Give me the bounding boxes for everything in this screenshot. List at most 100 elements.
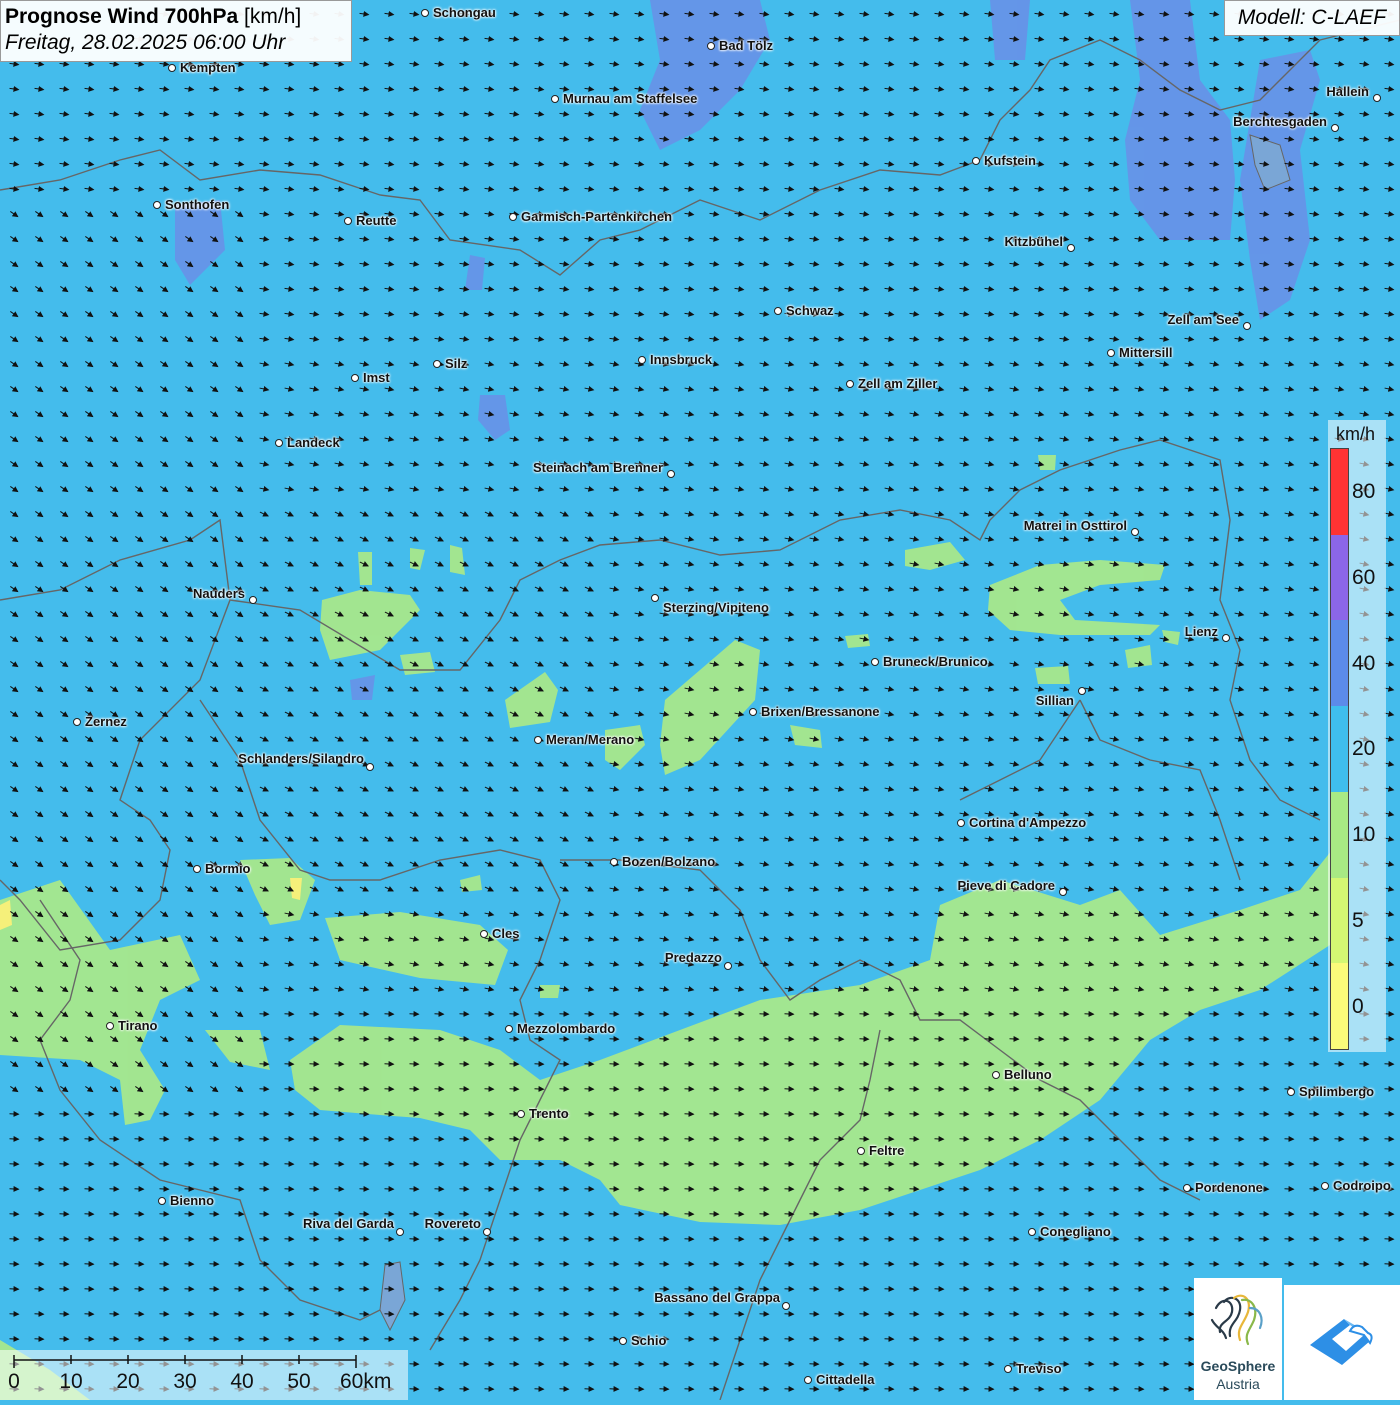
city-label: Mittersill: [1119, 345, 1172, 360]
city-marker: [871, 658, 879, 666]
city-label: Imst: [363, 370, 390, 385]
city-marker: [193, 865, 201, 873]
geosphere-emblem-icon: [1194, 1278, 1282, 1358]
city-label: Spilimbergo: [1299, 1084, 1374, 1099]
city-marker: [366, 763, 374, 771]
city-label: Treviso: [1016, 1361, 1062, 1376]
city-label: Lienz: [1185, 624, 1218, 639]
legend-swatch: [1331, 535, 1348, 621]
city-label: Silz: [445, 356, 467, 371]
city-label: Feltre: [869, 1143, 904, 1158]
legend-unit: km/h: [1336, 424, 1375, 445]
city-marker: [782, 1302, 790, 1310]
city-label: Kufstein: [984, 153, 1036, 168]
city-marker: [505, 1025, 513, 1033]
legend-label: 20: [1352, 737, 1375, 761]
city-label: Kitzbühel: [1005, 234, 1064, 249]
city-label: Conegliano: [1040, 1224, 1111, 1239]
city-marker: [1183, 1184, 1191, 1192]
title-panel: Prognose Wind 700hPa [km/h] Freitag, 28.…: [0, 0, 352, 62]
city-marker: [344, 217, 352, 225]
city-marker: [1287, 1088, 1295, 1096]
city-label: Bozen/Bolzano: [622, 854, 715, 869]
city-marker: [158, 1197, 166, 1205]
city-marker: [972, 157, 980, 165]
legend-label: 80: [1352, 480, 1375, 504]
legend-label: 0: [1352, 995, 1364, 1019]
scale-label: 40: [230, 1370, 253, 1394]
city-label: Matrei in Osttirol: [1024, 518, 1127, 533]
city-marker: [1131, 528, 1139, 536]
city-label: Sterzing/Vipiteno: [663, 600, 769, 615]
title-unit: [km/h]: [238, 5, 301, 28]
city-marker: [1004, 1365, 1012, 1373]
city-marker: [1067, 244, 1075, 252]
geosphere-name: GeoSphere: [1194, 1358, 1282, 1374]
city-marker: [483, 1228, 491, 1236]
city-marker: [619, 1337, 627, 1345]
city-marker: [707, 42, 715, 50]
city-label: Garmisch-Partenkirchen: [521, 209, 672, 224]
city-marker: [1331, 124, 1339, 132]
city-label: Bruneck/Brunico: [883, 654, 988, 669]
city-label: Brixen/Bressanone: [761, 704, 880, 719]
legend-label: 10: [1352, 823, 1375, 847]
city-label: Innsbruck: [650, 352, 712, 367]
city-marker: [153, 201, 161, 209]
city-label: Cittadella: [816, 1372, 875, 1387]
city-label: Cles: [492, 926, 519, 941]
city-marker: [846, 380, 854, 388]
city-label: Riva del Garda: [303, 1216, 394, 1231]
city-marker: [73, 718, 81, 726]
city-marker: [638, 356, 646, 364]
city-label: Landeck: [287, 435, 340, 450]
city-marker: [1243, 322, 1251, 330]
scale-label: 20: [116, 1370, 139, 1394]
city-label: Codroipo: [1333, 1178, 1391, 1193]
scale-label: 30: [173, 1370, 196, 1394]
city-marker: [351, 374, 359, 382]
legend-label: 60: [1352, 566, 1375, 590]
city-label: Cortina d'Ampezzo: [969, 815, 1086, 830]
city-marker: [421, 9, 429, 17]
legend-label: 5: [1352, 909, 1364, 933]
city-label: Berchtesgaden: [1233, 114, 1327, 129]
city-label: Sillian: [1036, 693, 1074, 708]
city-marker: [106, 1022, 114, 1030]
scale-label: 60km: [340, 1370, 391, 1394]
city-label: Bassano del Grappa: [654, 1290, 780, 1305]
title-bold: Prognose Wind 700hPa: [5, 5, 238, 28]
city-label: Belluno: [1004, 1067, 1052, 1082]
city-marker: [957, 819, 965, 827]
city-marker: [1222, 634, 1230, 642]
city-marker: [1028, 1228, 1036, 1236]
city-marker: [651, 594, 659, 602]
city-label: Zernez: [85, 714, 127, 729]
city-label: Pieve di Cadore: [957, 878, 1055, 893]
city-label: Predazzo: [665, 950, 722, 965]
app-arrow-icon: [1284, 1285, 1400, 1400]
city-label: Steinach am Brenner: [533, 460, 663, 475]
city-marker: [992, 1071, 1000, 1079]
scale-label: 0: [8, 1370, 20, 1394]
city-label: Meran/Merano: [546, 732, 634, 747]
city-marker: [1107, 349, 1115, 357]
model-label: Modell: C-LAEF: [1224, 0, 1400, 36]
city-label: Rovereto: [425, 1216, 481, 1231]
city-label: Hallein: [1326, 84, 1369, 99]
city-marker: [551, 95, 559, 103]
legend-swatch: [1331, 620, 1348, 706]
city-label: Kempten: [180, 60, 236, 75]
legend-swatch: [1331, 963, 1348, 1049]
city-label: Pordenone: [1195, 1180, 1263, 1195]
city-marker: [275, 439, 283, 447]
legend-colorbar: [1330, 448, 1349, 1050]
city-label: Zell am See: [1167, 312, 1239, 327]
city-label: Bad Tölz: [719, 38, 773, 53]
city-label: Nauders: [193, 586, 245, 601]
geosphere-logo: GeoSphere Austria: [1194, 1278, 1282, 1400]
forecast-date: Freitag, 28.02.2025 06:00 Uhr: [5, 30, 347, 56]
city-label: Trento: [529, 1106, 569, 1121]
map-title: Prognose Wind 700hPa [km/h]: [5, 4, 347, 30]
scale-bar: 0102030405060km: [0, 1350, 408, 1400]
